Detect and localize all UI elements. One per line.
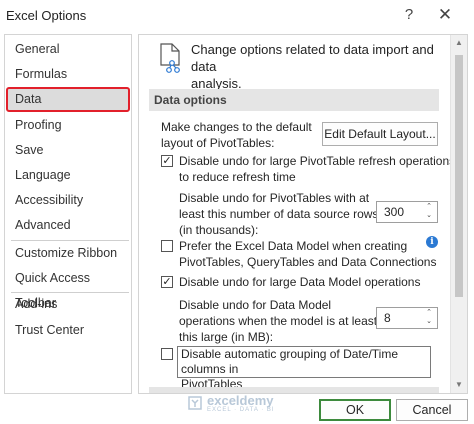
exceldemy-watermark: exceldemy EXCEL · DATA · BI [185,393,295,417]
title-bar: Excel Options ? ✕ [0,0,474,30]
scroll-up-icon[interactable]: ▲ [451,35,467,51]
label-line: this large (in MB): [179,330,274,344]
label-line: Disable undo for Data Model [179,298,332,312]
page-description-line: Change options related to data import an… [191,42,434,74]
label-line: Make changes to the default [161,120,312,134]
options-sidebar: General Formulas Data Proofing Save Lang… [4,34,132,394]
check-icon: ✓ [162,276,172,288]
exceldemy-logo-icon [188,396,202,410]
disable-undo-model-checkbox[interactable]: ✓ [161,276,173,288]
sidebar-item-formulas[interactable]: Formulas [6,62,130,87]
disable-undo-pivot-checkbox[interactable]: ✓ [161,155,173,167]
spinner-arrows[interactable]: ⌃ ⌄ [423,308,435,328]
spinner-value: 8 [384,311,391,325]
watermark-tagline: EXCEL · DATA · BI [207,407,275,413]
label-line: Disable undo for large Data Model operat… [179,275,421,289]
sidebar-item-customize-ribbon[interactable]: Customize Ribbon [6,241,130,266]
content-scrollbar[interactable]: ▲ ▼ [450,35,467,393]
spin-down-icon[interactable]: ⌄ [423,211,435,220]
disable-undo-model-label[interactable]: Disable undo for large Data Model operat… [179,274,420,290]
check-icon: ✓ [162,155,172,167]
label-line: least this number of data source rows [179,207,379,221]
sidebar-item-add-ins[interactable]: Add-ins [6,292,130,317]
label-line: Disable undo for PivotTables with at [179,191,370,205]
window-title: Excel Options [6,8,87,23]
info-icon[interactable]: i [426,236,438,248]
section-header-data-options: Data options [149,89,439,111]
label-line: Disable automatic grouping of Date/Time … [181,347,398,376]
cancel-button[interactable]: Cancel [396,399,468,421]
label-line: Prefer the Excel Data Model when creatin… [179,239,408,253]
data-document-icon [160,43,180,73]
sidebar-item-save[interactable]: Save [6,138,130,163]
disable-date-grouping-checkbox[interactable] [161,348,173,360]
model-size-threshold-label: Disable undo for Data Model operations w… [179,297,377,345]
sidebar-item-accessibility[interactable]: Accessibility [6,188,130,213]
disable-date-grouping-label[interactable]: Disable automatic grouping of Date/Time … [177,346,431,391]
sidebar-item-trust-center[interactable]: Trust Center [6,318,130,343]
spin-down-icon[interactable]: ⌄ [423,317,435,326]
disable-undo-pivot-label[interactable]: Disable undo for large PivotTable refres… [179,153,455,185]
pivot-rows-spinner[interactable]: 300 ⌃ ⌄ [376,201,438,223]
sidebar-item-advanced[interactable]: Advanced [6,213,130,238]
spin-up-icon[interactable]: ⌃ [423,308,435,317]
spinner-value: 300 [384,205,405,219]
scroll-down-icon[interactable]: ▼ [451,377,467,393]
label-line: Disable undo for large PivotTable refres… [179,154,456,168]
sidebar-item-language[interactable]: Language [6,163,130,188]
label-line: (in thousands): [179,223,259,237]
ok-button[interactable]: OK [319,399,391,421]
model-size-spinner[interactable]: 8 ⌃ ⌄ [376,307,438,329]
sidebar-item-data[interactable]: Data [6,87,130,112]
button-label: Edit Default Layout... [324,127,436,141]
label-line: to reduce refresh time [179,170,296,184]
page-description: Change options related to data import an… [191,41,451,92]
options-content-pane: Change options related to data import an… [138,34,468,394]
sidebar-item-quick-access-toolbar[interactable]: Quick Access Toolbar [6,266,130,310]
default-layout-label: Make changes to the default layout of Pi… [161,119,312,151]
pivot-rows-threshold-label: Disable undo for PivotTables with at lea… [179,190,378,238]
label-line: PivotTables, QueryTables and Data Connec… [179,255,437,269]
scrollbar-thumb[interactable] [455,55,463,297]
close-button[interactable]: ✕ [433,4,457,26]
label-line: layout of PivotTables: [161,136,275,150]
help-button[interactable]: ? [397,4,421,26]
spinner-arrows[interactable]: ⌃ ⌄ [423,202,435,222]
label-line: operations when the model is at least [179,314,378,328]
edit-default-layout-button[interactable]: Edit Default Layout... [322,122,438,146]
sidebar-item-general[interactable]: General [6,37,130,62]
prefer-data-model-label[interactable]: Prefer the Excel Data Model when creatin… [179,238,436,270]
sidebar-item-proofing[interactable]: Proofing [6,113,130,138]
prefer-data-model-checkbox[interactable] [161,240,173,252]
watermark-name: exceldemy [207,393,274,408]
spin-up-icon[interactable]: ⌃ [423,202,435,211]
